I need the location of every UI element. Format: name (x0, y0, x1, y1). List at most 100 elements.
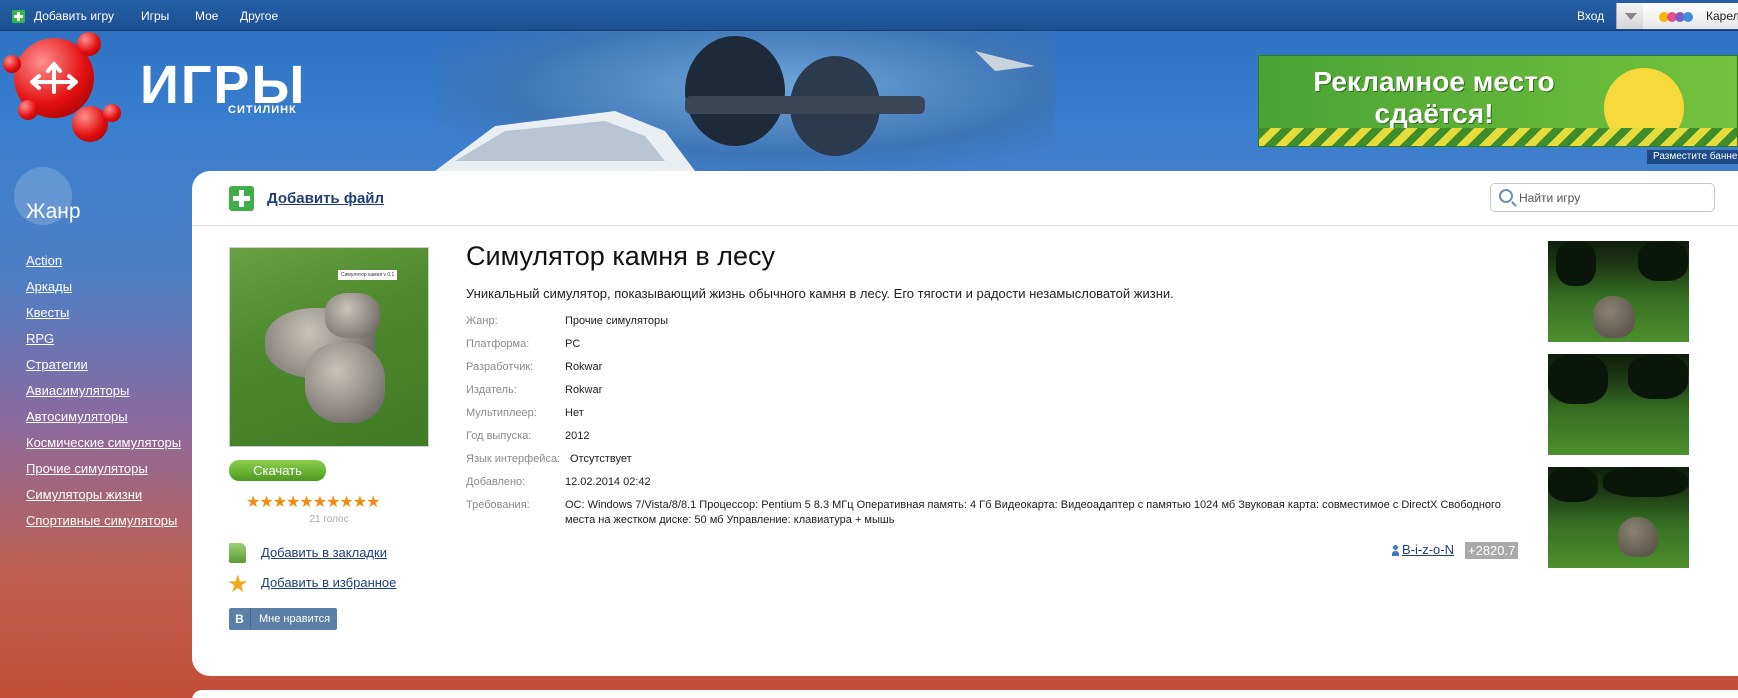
info-value: Rokwar (565, 384, 603, 396)
add-file-icon[interactable] (229, 186, 254, 211)
ad-banner[interactable]: Рекламное место сдаётся! (1258, 55, 1738, 147)
add-game-link[interactable]: Добавить игру (34, 9, 114, 23)
ad-stripes (1259, 128, 1737, 146)
search-input[interactable] (1519, 189, 1709, 207)
info-row: Требования: ОС: Windows 7/Vista/8/8.1 Пр… (466, 496, 1506, 534)
author-link[interactable]: B-i-z-o-N (1402, 542, 1454, 557)
games-menu[interactable]: Игры (141, 9, 169, 23)
add-favorite-link[interactable]: Добавить в избранное (261, 575, 396, 590)
arrows-icon (30, 62, 78, 94)
info-row: Добавлено: 12.02.2014 02:42 (466, 473, 1506, 496)
tree-shape (1628, 354, 1688, 399)
add-bookmark-link[interactable]: Добавить в закладки (261, 545, 387, 560)
place-banner-link[interactable]: Разместите баннер (1647, 150, 1738, 164)
info-value: Нет (565, 407, 584, 419)
tree-shape (1548, 467, 1598, 502)
cover-label: Симулятор камня v 0.1 (338, 270, 398, 280)
genre-link[interactable]: Прочие симуляторы (26, 461, 148, 476)
header-artwork (435, 31, 1055, 171)
info-row: Разработчик: Rokwar (466, 358, 1506, 381)
votes-count: 21 голос (309, 514, 349, 525)
header-artwork-illustration (435, 36, 1035, 171)
chevron-down-icon[interactable] (1616, 3, 1643, 29)
rock-shape (1618, 517, 1658, 557)
info-key: Жанр: (466, 315, 498, 327)
info-value: Rokwar (565, 361, 603, 373)
info-key: Разработчик: (466, 361, 534, 373)
logo-small-ball-icon (18, 100, 38, 120)
region-label: Карелия (1706, 9, 1738, 23)
info-value: Прочие симуляторы (565, 315, 668, 327)
game-info-table: Жанр: Прочие симуляторы Платформа: PC Ра… (466, 312, 1506, 534)
info-key: Платформа: (466, 338, 530, 350)
other-menu[interactable]: Другое (240, 9, 278, 23)
logo-small-ball-icon (103, 104, 121, 122)
screenshot-thumbnail[interactable] (1548, 241, 1689, 342)
genre-link[interactable]: Авиасимуляторы (26, 383, 129, 398)
screenshot-thumbnail[interactable] (1548, 467, 1689, 568)
star-icon[interactable]: ★ (259, 495, 273, 511)
search-box[interactable] (1490, 183, 1715, 212)
cover-rock-back (325, 293, 380, 338)
star-icon[interactable]: ★ (326, 495, 340, 511)
info-key: Издатель: (466, 384, 517, 396)
genre-link[interactable]: Космические симуляторы (26, 435, 181, 450)
info-row: Язык интерфейса: Отсутствует (466, 450, 1506, 473)
star-icon[interactable]: ★ (246, 495, 260, 511)
info-key: Добавлено: (466, 476, 526, 488)
genre-link[interactable]: RPG (26, 331, 54, 346)
author-rating-badge: +2820.7 (1465, 542, 1519, 559)
document-icon (229, 543, 246, 563)
info-key: Язык интерфейса: (466, 453, 561, 465)
info-value: PC (565, 338, 581, 350)
info-key: Мультиплеер: (466, 407, 537, 419)
info-row: Жанр: Прочие симуляторы (466, 312, 1506, 335)
vk-like-label: Мне нравится (259, 613, 331, 625)
genre-link[interactable]: Аркады (26, 279, 72, 294)
rating-stars[interactable]: ★★★★★★★★★★ (246, 494, 380, 511)
star-icon[interactable]: ★ (339, 495, 353, 511)
login-link[interactable]: Вход (1577, 9, 1604, 23)
cover-rock-small (305, 343, 385, 423)
vk-like-button[interactable]: В Мне нравится (229, 608, 337, 630)
info-value: 2012 (565, 430, 590, 442)
ad-banner-text: Рекламное место сдаётся! (1313, 66, 1555, 129)
genre-link[interactable]: Квесты (26, 305, 69, 320)
add-file-link[interactable]: Добавить файл (267, 190, 384, 207)
mine-menu[interactable]: Мое (195, 9, 218, 23)
info-row: Издатель: Rokwar (466, 381, 1506, 404)
star-icon[interactable]: ★ (286, 495, 300, 511)
info-row: Год выпуска: 2012 (466, 427, 1506, 450)
genre-link[interactable]: Спортивные симуляторы (26, 513, 177, 528)
game-cover-image[interactable]: Симулятор камня v 0.1 (229, 247, 429, 447)
logo-subtitle: СИТИЛИНК (228, 104, 297, 116)
download-button[interactable]: Скачать (229, 460, 326, 481)
star-icon[interactable]: ★ (299, 495, 313, 511)
game-title: Симулятор камня в лесу (466, 241, 775, 271)
star-icon[interactable]: ★ (313, 495, 327, 511)
star-icon[interactable]: ★ (366, 495, 380, 511)
panel-header: Добавить файл (192, 171, 1738, 226)
star-icon[interactable]: ★ (273, 495, 287, 511)
region-selector[interactable]: Карелия (1643, 3, 1738, 29)
screenshot-thumbnail[interactable] (1548, 354, 1689, 455)
genre-link[interactable]: Action (26, 253, 62, 268)
main-panel: Добавить файл Симулятор камня v 0.1 Скач… (192, 171, 1738, 676)
tree-shape (1548, 354, 1608, 404)
plus-icon[interactable] (12, 10, 25, 23)
sidebar-title: Жанр (26, 200, 81, 223)
user-icon (1392, 545, 1399, 556)
logo-small-ball-icon (3, 55, 21, 73)
genre-link[interactable]: Автосимуляторы (26, 409, 128, 424)
info-value: Отсутствует (570, 453, 632, 465)
info-value: ОС: Windows 7/Vista/8/8.1 Процессор: Pen… (565, 499, 1501, 526)
rock-shape (1593, 296, 1635, 338)
info-key: Требования: (466, 499, 530, 511)
tree-shape (1603, 467, 1688, 497)
logo-small-ball-icon (77, 32, 101, 56)
info-key: Год выпуска: (466, 430, 532, 442)
genre-link[interactable]: Симуляторы жизни (26, 487, 142, 502)
search-icon[interactable] (1499, 189, 1513, 203)
genre-link[interactable]: Стратегии (26, 357, 88, 372)
star-icon[interactable]: ★ (353, 495, 367, 511)
